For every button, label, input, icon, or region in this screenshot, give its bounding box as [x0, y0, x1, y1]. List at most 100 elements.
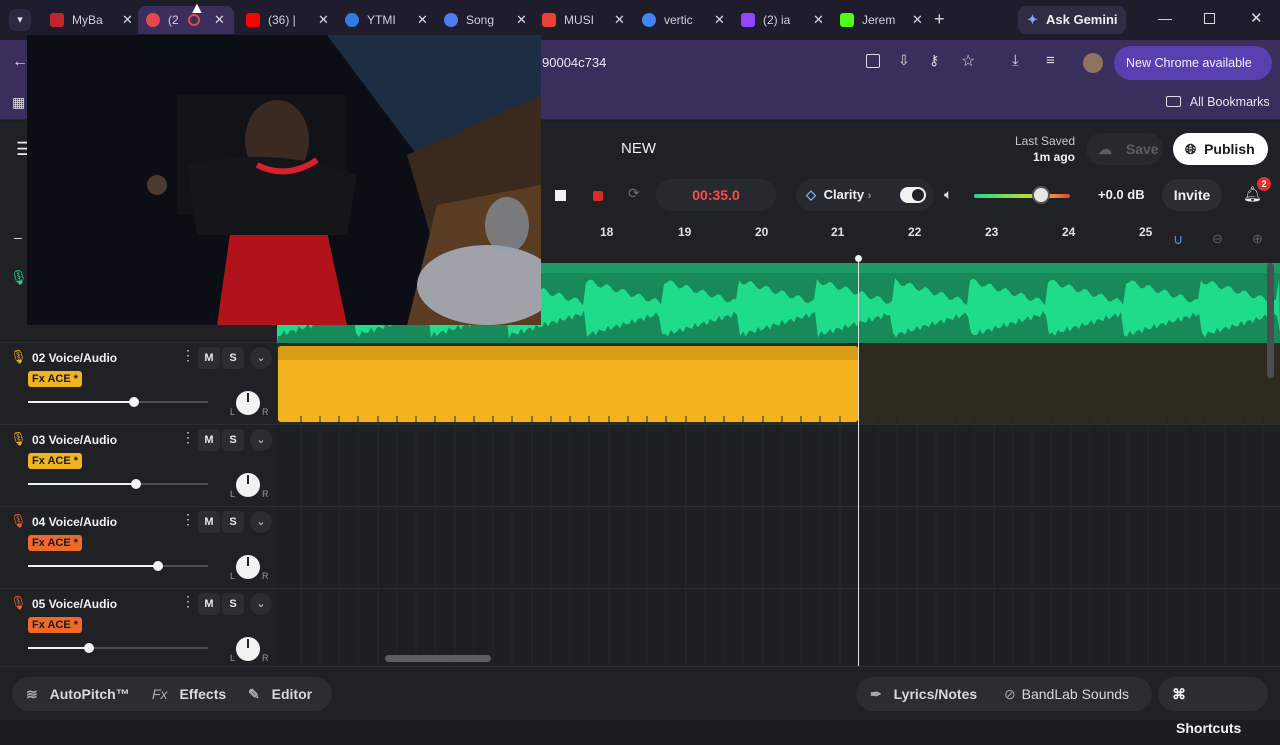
stop-button[interactable]: [548, 183, 572, 209]
zoom-out-icon[interactable]: ⊖: [1212, 231, 1223, 247]
track-menu-icon[interactable]: ⋮: [181, 429, 195, 446]
volume-slider[interactable]: [28, 479, 208, 489]
clarity-switch[interactable]: [900, 187, 926, 203]
address-bar[interactable]: 90004c734: [520, 46, 850, 80]
chevron-down-icon[interactable]: ⌄: [250, 511, 272, 533]
chevron-down-icon[interactable]: ⌄: [250, 347, 272, 369]
close-icon[interactable]: [27, 35, 28, 36]
lyrics-notes-button[interactable]: ✒ Lyrics/Notes: [870, 677, 977, 711]
playhead[interactable]: [855, 255, 862, 666]
track-name[interactable]: 02 Voice/Audio: [32, 351, 117, 365]
track-lane-02[interactable]: [277, 343, 1280, 425]
collapse-icon[interactable]: –: [14, 229, 22, 245]
vertical-scrollbar[interactable]: [1267, 263, 1274, 378]
close-icon[interactable]: ✕: [122, 12, 133, 28]
pan-knob[interactable]: [236, 555, 260, 579]
solo-button[interactable]: S: [222, 429, 244, 451]
tab-google[interactable]: vertic ✕: [634, 6, 730, 34]
track-name[interactable]: 04 Voice/Audio: [32, 515, 117, 529]
close-icon[interactable]: ✕: [614, 12, 625, 28]
close-icon[interactable]: ✕: [318, 12, 329, 28]
track-lane-04[interactable]: [277, 507, 1280, 589]
close-icon[interactable]: ✕: [813, 12, 824, 28]
tab-gmail[interactable]: MUSI ✕: [534, 6, 630, 34]
volume-slider[interactable]: [28, 643, 208, 653]
close-icon[interactable]: ✕: [516, 12, 527, 28]
pan-knob[interactable]: [236, 391, 260, 415]
volume-thumb[interactable]: [131, 479, 141, 489]
magnet-icon[interactable]: ∪: [1173, 231, 1183, 248]
bookmark-star-icon[interactable]: ☆: [961, 51, 975, 71]
pan-knob[interactable]: [236, 637, 260, 661]
volume-thumb[interactable]: [152, 561, 163, 571]
track-header-05[interactable]: 🎙︎ 05 Voice/Audio ⋮ M S ⌄ Fx ACE * L R: [0, 589, 277, 666]
tab-youtube[interactable]: (36) | ✕: [238, 6, 334, 34]
chevron-down-icon[interactable]: ⌄: [250, 429, 272, 451]
mute-button[interactable]: M: [198, 429, 220, 451]
downloads-icon[interactable]: ⤓: [1012, 52, 1019, 69]
mute-button[interactable]: M: [198, 593, 220, 615]
back-arrow-icon[interactable]: ←: [12, 53, 28, 71]
profile-avatar[interactable]: [1083, 53, 1103, 73]
effects-button[interactable]: Fx Effects: [152, 677, 226, 711]
close-icon[interactable]: ✕: [912, 12, 923, 28]
solo-button[interactable]: S: [222, 593, 244, 615]
save-button[interactable]: ☁ Save: [1086, 133, 1163, 165]
fx-badge[interactable]: Fx ACE *: [28, 371, 83, 387]
tab-list-button[interactable]: ▾: [9, 9, 31, 31]
fx-badge[interactable]: Fx ACE *: [28, 535, 83, 551]
close-icon[interactable]: ✕: [714, 12, 725, 28]
install-app-icon[interactable]: ⇩: [898, 52, 910, 69]
restore-button[interactable]: [1204, 13, 1215, 24]
invite-button[interactable]: Invite: [1162, 179, 1222, 211]
solo-button[interactable]: S: [222, 511, 244, 533]
new-tab-button[interactable]: +: [934, 9, 945, 30]
apps-grid-icon[interactable]: ▦: [12, 94, 25, 111]
close-icon[interactable]: ✕: [214, 12, 225, 28]
picture-in-picture-video[interactable]: [27, 35, 541, 325]
clarity-toggle[interactable]: ◇ Clarity ›: [796, 179, 934, 211]
tab-bandlab-active[interactable]: (2 ✕: [138, 6, 234, 34]
minimize-button[interactable]: —: [1158, 10, 1172, 26]
track-name[interactable]: 05 Voice/Audio: [32, 597, 117, 611]
track-menu-icon[interactable]: ⋮: [181, 511, 195, 528]
ask-gemini-button[interactable]: ✦ Ask Gemini: [1018, 6, 1126, 34]
tab-ytmi[interactable]: YTMI ✕: [337, 6, 433, 34]
track-menu-icon[interactable]: ⋮: [181, 593, 195, 610]
chevron-down-icon[interactable]: ⌄: [250, 593, 272, 615]
volume-thumb[interactable]: [84, 643, 95, 653]
tab-kick[interactable]: Jerem ✕: [832, 6, 928, 34]
audio-clip-yellow[interactable]: [278, 346, 858, 422]
project-title[interactable]: NEW: [621, 140, 656, 157]
volume-slider[interactable]: [28, 397, 208, 407]
close-window-button[interactable]: ✕: [1250, 9, 1263, 27]
record-button[interactable]: [586, 183, 610, 209]
new-chrome-available-button[interactable]: New Chrome available ⋮: [1114, 46, 1272, 104]
tab-twitch[interactable]: (2) ia ✕: [733, 6, 829, 34]
track-name[interactable]: 03 Voice/Audio: [32, 433, 117, 447]
pan-knob[interactable]: [236, 473, 260, 497]
tab-song[interactable]: Song ✕: [436, 6, 532, 34]
track-menu-icon[interactable]: ⋮: [181, 347, 195, 364]
publish-button[interactable]: 🌐︎ Publish: [1173, 133, 1268, 165]
volume-slider[interactable]: [28, 561, 208, 571]
close-icon[interactable]: ✕: [417, 12, 428, 28]
speaker-icon[interactable]: 🔈︎: [944, 186, 952, 203]
zoom-in-icon[interactable]: ⊕: [1252, 231, 1263, 247]
solo-button[interactable]: S: [222, 347, 244, 369]
fx-badge[interactable]: Fx ACE *: [28, 453, 83, 469]
track-lane-03[interactable]: [277, 425, 1280, 507]
shortcuts-button[interactable]: ⌘ Shortcuts: [1158, 677, 1268, 736]
track-header-03[interactable]: 🎙︎ 03 Voice/Audio ⋮ M S ⌄ Fx ACE * L R: [0, 425, 277, 507]
all-bookmarks-button[interactable]: All Bookmarks: [1166, 92, 1270, 112]
mute-button[interactable]: M: [198, 511, 220, 533]
fx-badge[interactable]: Fx ACE *: [28, 617, 83, 633]
reader-icon[interactable]: [866, 54, 880, 68]
mute-button[interactable]: M: [198, 347, 220, 369]
volume-thumb[interactable]: [129, 397, 140, 407]
master-volume-thumb[interactable]: [1031, 186, 1050, 204]
media-control-icon[interactable]: ≡: [1046, 52, 1055, 69]
track-header-04[interactable]: 🎙︎ 04 Voice/Audio ⋮ M S ⌄ Fx ACE * L R: [0, 507, 277, 589]
tab-mybandlab[interactable]: MyBa ✕: [42, 6, 134, 34]
horizontal-scrollbar[interactable]: [385, 655, 491, 662]
